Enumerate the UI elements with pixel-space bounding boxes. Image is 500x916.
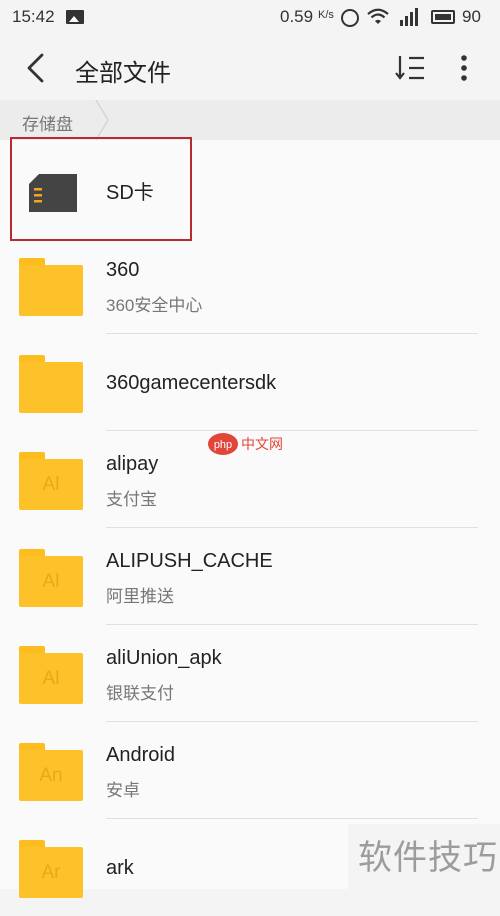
- folder-icon: [19, 258, 83, 316]
- file-subtitle: 360安全中心: [106, 296, 203, 315]
- wifi-icon: [367, 8, 389, 24]
- file-name: ALIPUSH_CACHE: [106, 550, 273, 572]
- signal-icon: [400, 8, 418, 26]
- sort-button[interactable]: [393, 52, 429, 84]
- php-watermark-prefix: php: [214, 439, 232, 451]
- file-name: 360: [106, 259, 140, 281]
- folder-badge: Al: [42, 668, 60, 689]
- corner-watermark: 软件技巧: [348, 824, 500, 889]
- file-name: alipay: [106, 453, 159, 475]
- battery-level: 90: [462, 7, 481, 26]
- net-speed: 0.59: [280, 7, 314, 26]
- list-item-folder[interactable]: Al ALIPUSH_CACHE 阿里推送: [0, 528, 500, 625]
- file-subtitle: 支付宝: [106, 490, 157, 509]
- folder-icon: [19, 355, 83, 413]
- file-subtitle: 银联支付: [106, 684, 174, 703]
- page-title: 全部文件: [75, 60, 171, 87]
- breadcrumb: 存储盘: [0, 100, 500, 141]
- folder-badge: Al: [42, 474, 60, 495]
- image-notification-icon: [66, 10, 84, 24]
- breadcrumb-separator-icon: [95, 100, 109, 140]
- list-item-folder[interactable]: Al aliUnion_apk 银联支付: [0, 625, 500, 722]
- file-subtitle: 安卓: [106, 781, 140, 800]
- file-name: 360gamecentersdk: [106, 372, 277, 394]
- status-time: 15:42: [12, 7, 55, 26]
- list-item-folder[interactable]: 360 360安全中心: [0, 237, 500, 334]
- alarm-icon: [341, 9, 359, 27]
- status-bar: 15:42 0.59 K/s 90: [0, 0, 500, 36]
- file-name: aliUnion_apk: [106, 647, 222, 669]
- back-button[interactable]: [18, 50, 54, 86]
- folder-icon: Al: [19, 646, 83, 704]
- breadcrumb-item-storage[interactable]: 存储盘: [22, 110, 73, 135]
- battery-icon: [431, 10, 455, 24]
- folder-icon: Al: [19, 452, 83, 510]
- folder-badge: Al: [42, 571, 60, 592]
- folder-badge: An: [39, 765, 63, 786]
- list-item-folder[interactable]: 360gamecentersdk: [0, 334, 500, 431]
- folder-icon: Ar: [19, 840, 83, 898]
- more-options-button[interactable]: [450, 52, 478, 84]
- list-item-folder[interactable]: An Android 安卓: [0, 722, 500, 819]
- php-watermark-text: 中文网: [241, 437, 283, 453]
- app-bar: 全部文件: [0, 36, 500, 100]
- net-speed-unit: K/s: [318, 9, 334, 21]
- highlight-box: [10, 137, 192, 241]
- folder-icon: An: [19, 743, 83, 801]
- file-name: Android: [106, 744, 175, 766]
- file-subtitle: 阿里推送: [106, 587, 174, 606]
- php-watermark-logo: php 中文网: [208, 433, 283, 455]
- folder-icon: Al: [19, 549, 83, 607]
- file-name: ark: [106, 857, 134, 879]
- folder-badge: Ar: [41, 862, 61, 883]
- file-list: SD卡 360 360安全中心 360gamecentersdk Al alip…: [0, 140, 500, 898]
